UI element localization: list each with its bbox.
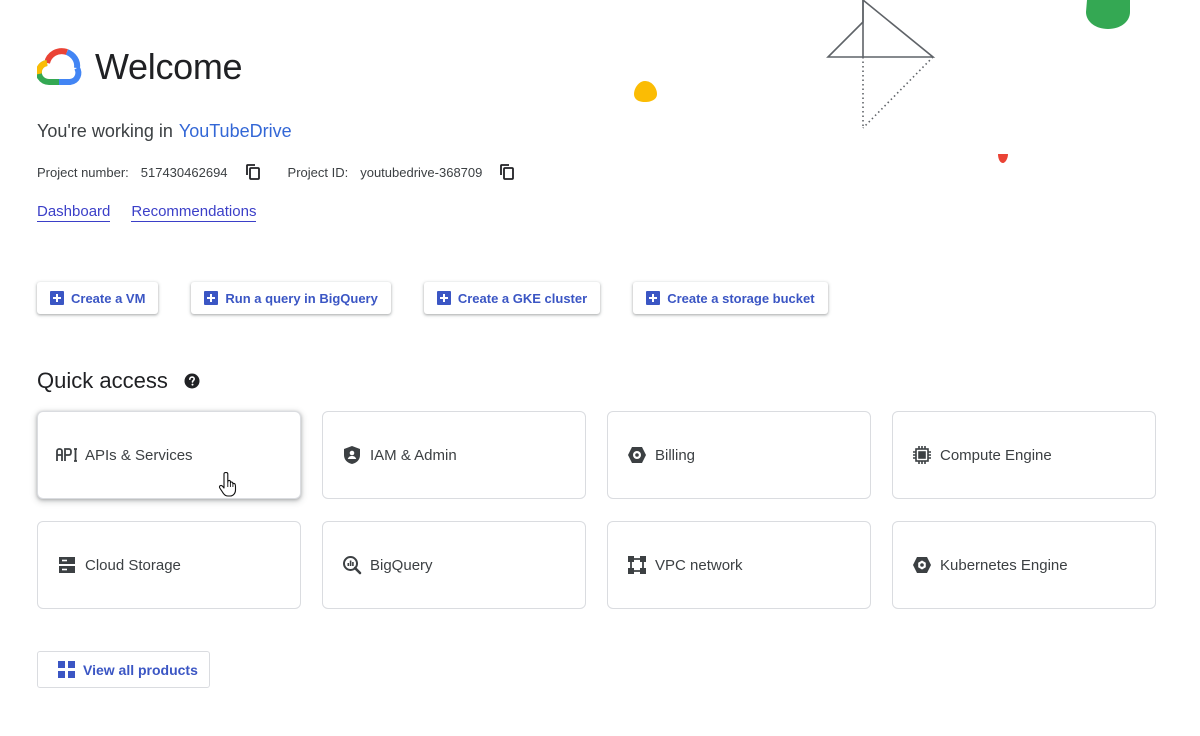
run-bigquery-button[interactable]: Run a query in BigQuery [191,282,391,314]
copy-icon [245,164,260,180]
project-identifiers: Project number: 517430462694 Project ID:… [37,163,542,181]
quick-access-apis-services[interactable]: APIs & Services [37,411,301,499]
add-box-icon [50,291,64,305]
page-title: Welcome [95,46,243,87]
quick-access-kubernetes-engine[interactable]: Kubernetes Engine [892,521,1156,609]
apps-grid-icon [58,661,75,678]
copy-project-id-button[interactable] [498,163,516,181]
project-id-value: youtubedrive-368709 [360,164,483,180]
quick-access-label: Compute Engine [940,446,1052,464]
bigquery-icon [341,554,363,576]
quick-access-billing[interactable]: Billing [607,411,871,499]
run-bigquery-label: Run a query in BigQuery [225,290,378,306]
quick-access-iam-admin[interactable]: IAM & Admin [322,411,586,499]
green-drop-shape [1086,0,1130,29]
view-all-products-button[interactable]: View all products [37,651,210,688]
quick-access-label: BigQuery [370,556,433,574]
kubernetes-icon [911,554,933,576]
add-box-icon [204,291,219,305]
copy-project-number-button[interactable] [244,163,262,181]
quick-access-title: Quick access [37,368,168,393]
quick-access-label: VPC network [655,556,743,574]
chip-icon [911,444,933,466]
create-vm-button[interactable]: Create a VM [37,282,159,314]
help-icon[interactable] [184,373,200,389]
create-gke-cluster-label: Create a GKE cluster [457,290,588,306]
quick-access-label: Cloud Storage [85,556,181,574]
add-box-icon [436,291,451,305]
quick-access-label: IAM & Admin [370,446,457,464]
quick-action-buttons: Create a VM Run a query in BigQuery Crea… [37,282,828,314]
billing-icon [626,444,648,466]
create-gke-cluster-button[interactable]: Create a GKE cluster [423,282,601,314]
project-number-label: Project number: [37,164,129,180]
dashboard-link[interactable]: Dashboard [37,203,111,222]
create-vm-label: Create a VM [71,290,146,306]
storage-icon [56,554,78,576]
quick-access-grid: APIs & Services IAM & Admin Billing Comp… [37,411,1156,609]
working-in-label: You're working in [37,121,173,141]
quick-access-label: APIs & Services [85,446,193,464]
view-all-products-label: View all products [83,661,198,678]
add-box-icon [646,291,661,305]
shield-icon [341,444,363,466]
create-storage-bucket-button[interactable]: Create a storage bucket [633,282,828,314]
copy-icon [500,164,515,180]
recommendations-link[interactable]: Recommendations [131,203,257,222]
project-name-link[interactable]: YouTubeDrive [179,121,292,141]
triangle-outline-shape [826,0,936,58]
quick-access-bigquery[interactable]: BigQuery [322,521,586,609]
quick-access-label: Billing [655,446,696,464]
vpc-network-icon [626,554,648,576]
quick-access-compute-engine[interactable]: Compute Engine [892,411,1156,499]
quick-access-label: Kubernetes Engine [940,556,1068,574]
project-id-label: Project ID: [287,164,349,180]
create-storage-bucket-label: Create a storage bucket [667,290,815,306]
quick-access-vpc-network[interactable]: VPC network [607,521,871,609]
yellow-drop-shape [634,81,657,102]
google-cloud-logo-icon [37,48,82,85]
quick-access-heading: Quick access [37,368,200,394]
working-in-line: You're working in YouTubeDrive [37,121,292,142]
quick-access-cloud-storage[interactable]: Cloud Storage [37,521,301,609]
red-dot-shape [998,154,1008,163]
welcome-links: Dashboard Recommendations [37,203,257,222]
api-icon [56,444,78,466]
dotted-triangle-shape [862,56,934,129]
header: Welcome [37,46,243,88]
project-number-value: 517430462694 [140,164,228,180]
